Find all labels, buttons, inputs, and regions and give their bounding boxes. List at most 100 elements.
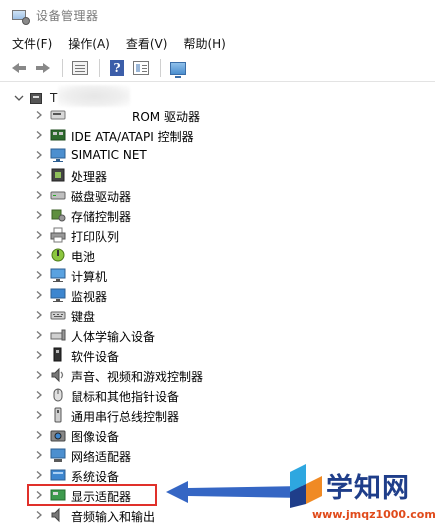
chevron-right-icon[interactable] — [35, 431, 43, 439]
tree-item[interactable]: 人体学输入设备 — [0, 325, 435, 345]
tree-item[interactable]: 软件设备 — [0, 345, 435, 365]
tree-item-label: 人体学输入设备 — [71, 330, 156, 344]
tree-item-label: 声音、视频和游戏控制器 — [71, 370, 204, 384]
tree-item[interactable]: SIMATIC NET — [0, 145, 435, 165]
dvd-drive-icon — [50, 110, 66, 120]
menu-file[interactable]: 文件(F) — [12, 35, 52, 52]
printer-icon — [50, 227, 66, 243]
tree-item-label: 磁盘驱动器 — [71, 190, 132, 204]
chevron-right-icon[interactable] — [35, 451, 43, 459]
chevron-right-icon[interactable] — [35, 331, 43, 339]
tree-item-label: 打印队列 — [71, 230, 120, 244]
tree-item-label: 图像设备 — [71, 430, 120, 444]
disk-drive-icon — [50, 191, 66, 200]
audio-io-icon — [51, 507, 60, 523]
chevron-right-icon[interactable] — [35, 211, 43, 219]
tree-item[interactable]: 监视器 — [0, 285, 435, 305]
tree-item[interactable]: IDE ATA/ATAPI 控制器 — [0, 125, 435, 145]
scan-hardware-button[interactable] — [167, 58, 189, 78]
menu-action[interactable]: 操作(A) — [68, 35, 110, 52]
tree-item[interactable]: 键盘 — [0, 305, 435, 325]
tree-item-label: 鼠标和其他指针设备 — [71, 390, 180, 404]
help-button[interactable]: ? — [106, 58, 128, 78]
chevron-right-icon[interactable] — [35, 391, 43, 399]
tree-item[interactable]: 处理器 — [0, 165, 435, 185]
chevron-right-icon[interactable] — [35, 271, 43, 279]
tree-item-label: 键盘 — [71, 310, 96, 324]
sound-icon — [51, 367, 64, 383]
pointer-arrow-icon — [166, 481, 304, 503]
chevron-right-icon[interactable] — [35, 151, 43, 159]
back-icon — [12, 63, 26, 73]
monitor-icon — [50, 288, 66, 302]
tree-item[interactable]: 鼠标和其他指针设备 — [0, 385, 435, 405]
toolbar-separator — [99, 59, 100, 77]
tree-item[interactable]: 通用串行总线控制器 — [0, 405, 435, 425]
highlight-box — [27, 484, 157, 506]
forward-button[interactable] — [32, 58, 54, 78]
chevron-right-icon[interactable] — [35, 411, 43, 419]
chevron-right-icon[interactable] — [35, 511, 43, 519]
properties-icon — [72, 61, 88, 75]
watermark: 学知网 www.jmqz1000.com — [286, 462, 435, 524]
back-button[interactable] — [8, 58, 30, 78]
menu-view[interactable]: 查看(V) — [126, 35, 168, 52]
tree-item-label: 处理器 — [71, 170, 108, 184]
chevron-right-icon[interactable] — [35, 351, 43, 359]
toolbar-separator — [62, 59, 63, 77]
hid-icon — [50, 329, 66, 341]
tree-item-label: SIMATIC NET — [71, 148, 147, 162]
tree-item-label: 音频输入和输出 — [71, 510, 156, 524]
tree-item[interactable]: 存储控制器 — [0, 205, 435, 225]
monitor-icon — [170, 61, 186, 78]
tree-item[interactable]: 图像设备 — [0, 425, 435, 445]
title-bar: 设备管理器 — [0, 0, 435, 31]
chevron-right-icon[interactable] — [35, 111, 43, 119]
mouse-icon — [53, 388, 63, 402]
tree-item[interactable]: 磁盘驱动器 — [0, 185, 435, 205]
device-manager-icon — [12, 9, 30, 25]
menu-help[interactable]: 帮助(H) — [183, 35, 225, 52]
network-monitor-icon — [50, 148, 66, 162]
keyboard-icon — [50, 311, 66, 320]
help-icon: ? — [110, 60, 124, 76]
processor-icon — [51, 168, 65, 182]
chevron-right-icon[interactable] — [35, 291, 43, 299]
tree-item-label: 软件设备 — [71, 350, 120, 364]
menu-bar: 文件(F) 操作(A) 查看(V) 帮助(H) — [0, 31, 435, 55]
chevron-right-icon[interactable] — [35, 371, 43, 379]
chevron-right-icon[interactable] — [35, 251, 43, 259]
tree-item-label: 存储控制器 — [71, 210, 132, 224]
forward-icon — [36, 63, 50, 73]
network-adapter-icon — [50, 448, 66, 462]
chevron-right-icon[interactable] — [35, 191, 43, 199]
chevron-right-icon[interactable] — [35, 231, 43, 239]
chevron-right-icon[interactable] — [35, 471, 43, 479]
view-button[interactable] — [130, 58, 152, 78]
tree-item[interactable]: 打印队列 — [0, 225, 435, 245]
system-device-icon — [50, 469, 66, 481]
usb-icon — [54, 407, 62, 423]
storage-controller-icon — [51, 209, 66, 222]
tree-item-label: 监视器 — [71, 290, 108, 304]
chevron-right-icon[interactable] — [35, 131, 43, 139]
toolbar-separator — [160, 59, 161, 77]
tree-item-label: 计算机 — [71, 270, 108, 284]
toolbar: ? — [0, 55, 435, 82]
tree-item-label: IDE ATA/ATAPI 控制器 — [71, 130, 194, 144]
tree-item[interactable]: ROM 驱动器 — [0, 105, 435, 125]
window-title: 设备管理器 — [36, 9, 99, 23]
chevron-right-icon[interactable] — [35, 171, 43, 179]
chevron-down-icon[interactable] — [14, 93, 24, 103]
ide-controller-icon — [50, 129, 66, 141]
watermark-url: www.jmqz1000.com — [312, 508, 435, 521]
properties-button[interactable] — [69, 58, 91, 78]
root-label: T — [50, 91, 58, 105]
tree-item[interactable]: 计算机 — [0, 265, 435, 285]
tree-item-label: 电池 — [71, 250, 96, 264]
tree-item[interactable]: 声音、视频和游戏控制器 — [0, 365, 435, 385]
tree-item[interactable]: 电池 — [0, 245, 435, 265]
computer-root-icon — [30, 91, 44, 105]
redacted-area — [58, 85, 130, 107]
chevron-right-icon[interactable] — [35, 311, 43, 319]
